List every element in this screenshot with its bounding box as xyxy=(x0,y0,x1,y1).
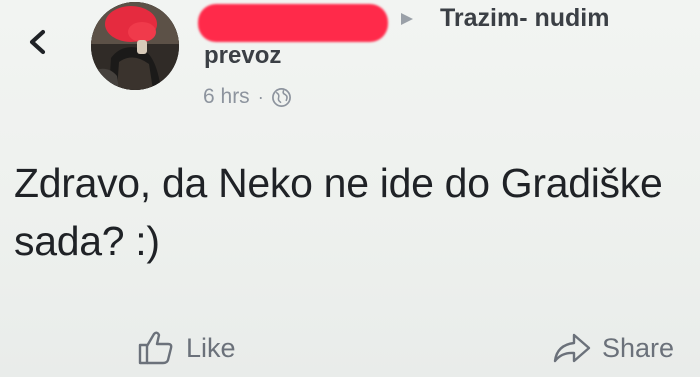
avatar-image xyxy=(91,2,179,90)
group-name-line2[interactable]: prevoz xyxy=(204,41,281,71)
share-button[interactable]: Share xyxy=(552,327,674,369)
post-meta: 6 hrs · xyxy=(203,83,292,111)
group-name-line1[interactable]: Trazim- nudim xyxy=(440,3,609,33)
author-name-redaction xyxy=(198,4,388,42)
globe-icon[interactable] xyxy=(271,87,292,108)
meta-separator: · xyxy=(257,87,264,107)
avatar[interactable] xyxy=(91,2,179,90)
thumbs-up-icon xyxy=(138,331,173,365)
author-name[interactable] xyxy=(198,4,388,42)
share-label: Share xyxy=(602,333,675,363)
back-button[interactable] xyxy=(18,20,58,64)
like-button[interactable]: Like xyxy=(136,327,236,369)
post-text: Zdravo, da Neko ne ide do Gradiške sada?… xyxy=(14,160,663,264)
facebook-post: Trazim- nudim prevoz 6 hrs · Zdravo, da … xyxy=(0,0,700,377)
chevron-left-icon xyxy=(29,29,46,55)
share-arrow-icon xyxy=(553,333,591,363)
arrow-right-icon xyxy=(401,13,413,25)
timestamp[interactable]: 6 hrs xyxy=(203,83,250,111)
like-label: Like xyxy=(186,333,236,363)
